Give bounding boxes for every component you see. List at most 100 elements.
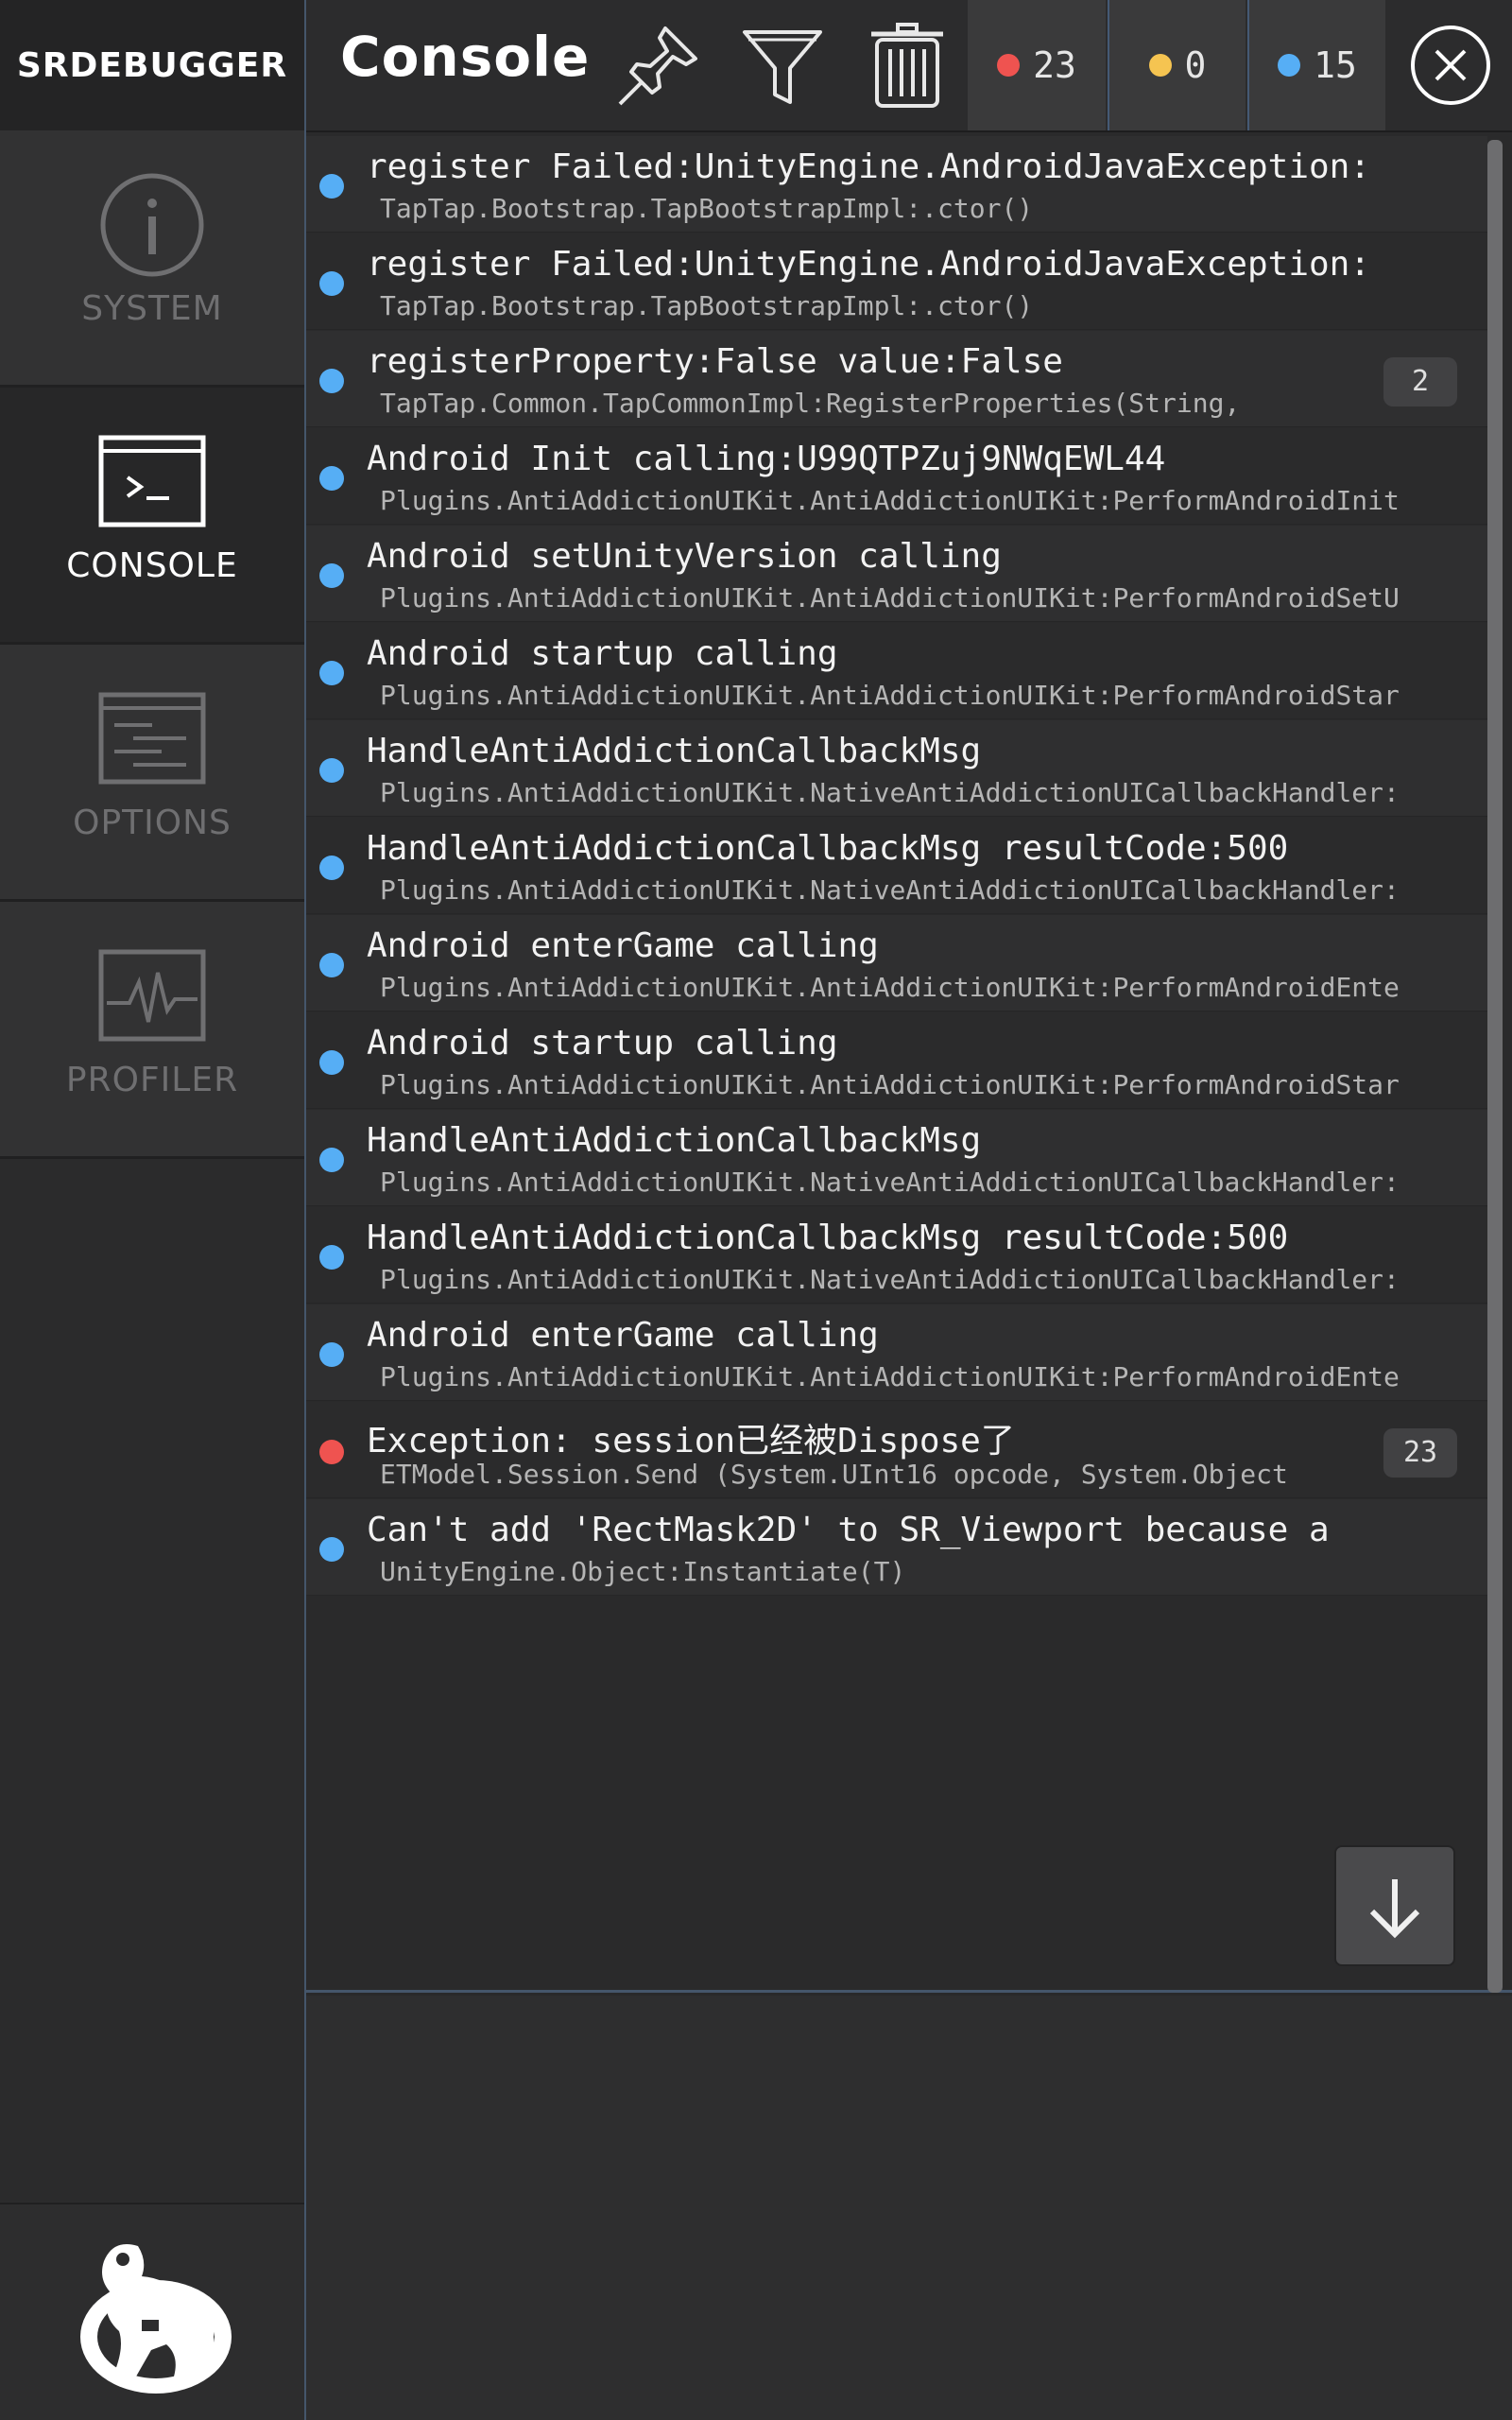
log-count-badge: 23 — [1383, 1428, 1457, 1478]
log-row[interactable]: HandleAntiAddictionCallbackMsg Plugins.An… — [306, 1110, 1487, 1206]
info-dot-icon — [319, 1342, 344, 1367]
log-stack-trace: TapTap.Common.TapCommonImpl:RegisterProp… — [380, 388, 1241, 419]
log-message: register Failed:UnityEngine.AndroidJavaE… — [367, 245, 1371, 284]
log-count-badge: 2 — [1383, 357, 1457, 406]
log-row[interactable]: HandleAntiAddictionCallbackMsg resultCod… — [306, 1207, 1487, 1304]
error-dot-icon — [319, 1440, 344, 1464]
log-message: HandleAntiAddictionCallbackMsg — [367, 732, 982, 770]
sidebar-item-label: PROFILER — [65, 1061, 239, 1099]
log-message: HandleAntiAddictionCallbackMsg resultCod… — [367, 1219, 1289, 1257]
log-row[interactable]: HandleAntiAddictionCallbackMsg resultCod… — [306, 818, 1487, 914]
warning-count: 0 — [1184, 44, 1207, 86]
sidebar-item-label: CONSOLE — [66, 546, 238, 585]
info-icon — [100, 173, 204, 277]
log-message: Android setUnityVersion calling — [367, 537, 1002, 576]
filter-icon[interactable] — [735, 19, 830, 113]
srdebugger-window: SR DEBUGGER SYSTEM CONSOLE OPTIONS PROFI… — [0, 0, 1512, 2420]
log-stack-trace: Plugins.AntiAddictionUIKit.AntiAddiction… — [380, 485, 1400, 516]
sidebar-item-system[interactable]: SYSTEM — [0, 130, 304, 388]
log-row[interactable]: register Failed:UnityEngine.AndroidJavaE… — [306, 136, 1487, 233]
log-stack-trace: TapTap.Bootstrap.TapBootstrapImpl:.ctor(… — [380, 290, 1034, 321]
brand-logo: SR DEBUGGER — [0, 0, 304, 132]
log-stack-trace: Plugins.AntiAddictionUIKit.NativeAntiAdd… — [380, 1167, 1400, 1198]
sidebar-item-label: SYSTEM — [81, 289, 223, 328]
log-message: Android enterGame calling — [367, 926, 879, 965]
log-row[interactable]: Android Init calling:U99QTPZuj9NWqEWL44 P… — [306, 428, 1487, 525]
arrow-down-icon — [1369, 1879, 1420, 1939]
pin-icon[interactable] — [610, 19, 705, 113]
log-stack-trace: Plugins.AntiAddictionUIKit.NativeAntiAdd… — [380, 777, 1400, 808]
info-dot-icon — [319, 953, 344, 977]
log-row[interactable]: Android startup calling Plugins.AntiAddic… — [306, 623, 1487, 719]
log-message: HandleAntiAddictionCallbackMsg resultCod… — [367, 829, 1289, 868]
log-message: Android Init calling:U99QTPZuj9NWqEWL44 — [367, 440, 1166, 478]
pulse-icon — [98, 949, 206, 1042]
terminal-icon — [98, 435, 206, 527]
scrollbar[interactable] — [1487, 140, 1503, 1993]
options-icon — [98, 692, 206, 785]
log-row[interactable]: Android enterGame calling Plugins.AntiAdd… — [306, 915, 1487, 1011]
log-message: Android startup calling — [367, 634, 838, 673]
log-detail-panel — [306, 1996, 1512, 2420]
scroll-to-bottom-button[interactable] — [1334, 1845, 1455, 1966]
log-message: Android enterGame calling — [367, 1316, 879, 1355]
log-row[interactable]: HandleAntiAddictionCallbackMsg Plugins.An… — [306, 720, 1487, 817]
info-dot-icon — [319, 271, 344, 296]
log-stack-trace: UnityEngine.Object:Instantiate(T) — [380, 1556, 906, 1587]
warning-dot-icon — [1148, 54, 1172, 77]
log-message: registerProperty:False value:False — [367, 342, 1063, 381]
log-row[interactable]: Exception: session已经被Dispose了 ETModel.Ses… — [306, 1402, 1487, 1498]
info-dot-icon — [319, 758, 344, 783]
close-icon[interactable] — [1408, 23, 1493, 108]
log-stack-trace: Plugins.AntiAddictionUIKit.AntiAddiction… — [380, 1069, 1400, 1100]
log-row[interactable]: Android startup calling Plugins.AntiAddic… — [306, 1012, 1487, 1109]
info-dot-icon — [319, 661, 344, 685]
trash-icon[interactable] — [860, 19, 954, 113]
info-dot-icon — [319, 174, 344, 199]
sidebar-item-label: OPTIONS — [73, 804, 232, 842]
sidebar-footer — [0, 2203, 304, 2420]
info-dot-icon — [319, 856, 344, 880]
log-message: register Failed:UnityEngine.AndroidJavaE… — [367, 147, 1371, 186]
info-dot-icon — [319, 1245, 344, 1270]
console-log-list[interactable]: register Failed:UnityEngine.AndroidJavaE… — [306, 132, 1512, 1993]
log-stack-trace: Plugins.AntiAddictionUIKit.NativeAntiAdd… — [380, 874, 1400, 906]
log-stack-trace: Plugins.AntiAddictionUIKit.NativeAntiAdd… — [380, 1264, 1400, 1295]
error-count: 23 — [1033, 44, 1076, 86]
log-row[interactable]: register Failed:UnityEngine.AndroidJavaE… — [306, 233, 1487, 330]
log-message: Exception: session已经被Dispose了 — [367, 1422, 1015, 1461]
console-header: Console 23 0 15 — [306, 0, 1512, 132]
error-count-toggle[interactable]: 23 — [968, 0, 1106, 130]
log-row[interactable]: Can't add 'RectMask2D' to SR_Viewport be… — [306, 1499, 1487, 1596]
brand-prefix: SR — [16, 45, 70, 85]
log-row[interactable]: Android setUnityVersion calling Plugins.A… — [306, 526, 1487, 622]
log-stack-trace: ETModel.Session.Send (System.UInt16 opco… — [380, 1459, 1288, 1490]
info-dot-icon — [319, 1537, 344, 1562]
sidebar: SR DEBUGGER SYSTEM CONSOLE OPTIONS PROFI… — [0, 0, 306, 2420]
log-message: Android startup calling — [367, 1024, 838, 1063]
sidebar-item-options[interactable]: OPTIONS — [0, 645, 304, 902]
log-message: HandleAntiAddictionCallbackMsg — [367, 1121, 982, 1160]
info-dot-icon — [319, 563, 344, 588]
error-dot-icon — [997, 54, 1021, 77]
info-dot-icon — [319, 1050, 344, 1075]
info-dot-icon — [319, 369, 344, 393]
brand-suffix: DEBUGGER — [69, 45, 288, 85]
log-row[interactable]: Android enterGame calling Plugins.AntiAdd… — [306, 1305, 1487, 1401]
info-dot-icon — [319, 466, 344, 491]
warning-count-toggle[interactable]: 0 — [1108, 0, 1246, 130]
info-count: 15 — [1314, 44, 1357, 86]
log-stack-trace: Plugins.AntiAddictionUIKit.AntiAddiction… — [380, 582, 1400, 614]
info-dot-icon — [319, 1148, 344, 1172]
info-count-toggle[interactable]: 15 — [1247, 0, 1385, 130]
log-message: Can't add 'RectMask2D' to SR_Viewport be… — [367, 1511, 1330, 1549]
sidebar-item-profiler[interactable]: PROFILER — [0, 902, 304, 1159]
log-stack-trace: Plugins.AntiAddictionUIKit.AntiAddiction… — [380, 1361, 1400, 1392]
log-row[interactable]: registerProperty:False value:False TapTap… — [306, 331, 1487, 427]
sidebar-item-console[interactable]: CONSOLE — [0, 388, 304, 645]
page-title: Console — [340, 25, 591, 89]
log-stack-trace: Plugins.AntiAddictionUIKit.AntiAddiction… — [380, 972, 1400, 1003]
log-stack-trace: Plugins.AntiAddictionUIKit.AntiAddiction… — [380, 680, 1400, 711]
robot-logo-icon — [80, 2244, 232, 2394]
log-stack-trace: TapTap.Bootstrap.TapBootstrapImpl:.ctor(… — [380, 193, 1034, 224]
